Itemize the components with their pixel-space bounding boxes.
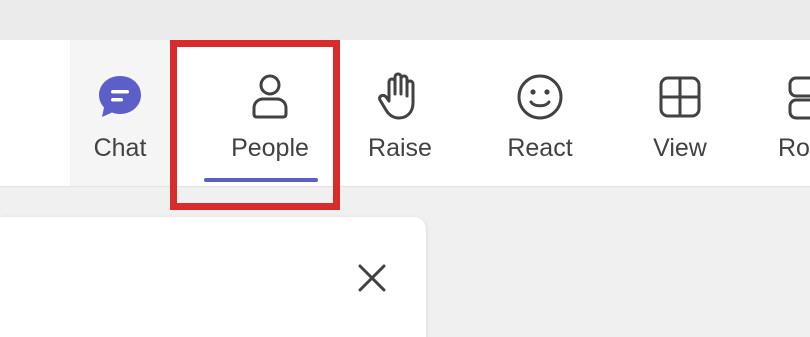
meeting-toolbar: Chat People Raise React View Ro [0, 40, 810, 187]
rooms-label: Ro [778, 134, 810, 162]
close-icon [352, 258, 392, 298]
view-button[interactable]: View [630, 40, 730, 186]
raised-hand-icon [373, 70, 427, 124]
person-icon [243, 70, 297, 124]
view-label: View [653, 134, 707, 162]
people-button[interactable]: People [200, 40, 340, 186]
people-label: People [231, 134, 309, 162]
raise-label: Raise [368, 134, 432, 162]
grid-view-icon [653, 70, 707, 124]
chat-button[interactable]: Chat [70, 40, 170, 186]
title-bar-strip [0, 0, 810, 40]
react-button[interactable]: React [488, 40, 592, 186]
rooms-icon [780, 70, 810, 124]
rooms-button[interactable]: Ro [770, 40, 810, 186]
react-label: React [507, 134, 573, 162]
active-tab-indicator [204, 178, 318, 182]
chat-label: Chat [93, 134, 147, 162]
close-panel-button[interactable] [352, 258, 392, 298]
raise-hand-button[interactable]: Raise [350, 40, 450, 186]
chat-bubble-icon [93, 70, 147, 124]
smiley-face-icon [513, 70, 567, 124]
